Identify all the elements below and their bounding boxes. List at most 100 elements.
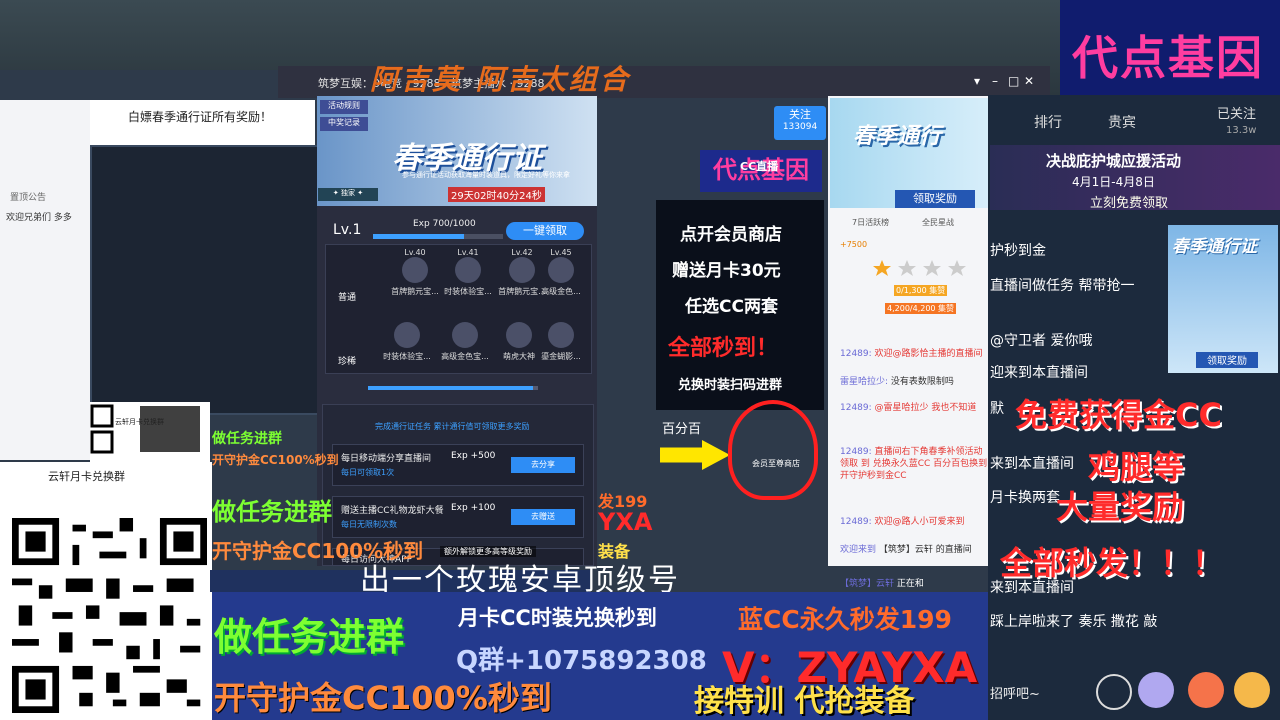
claim-all-button[interactable]: 一键领取 (506, 222, 584, 240)
tab-rank[interactable]: 排行 (1034, 112, 1062, 132)
chat-line: 踩上岸啦来了 奏乐 撒花 敲 (990, 614, 1158, 630)
chat-message: 欢迎来到 【筑梦】云轩 的直播间 (840, 544, 988, 556)
chat-user[interactable]: 【筑梦】云轩 (840, 579, 894, 589)
chat-line: @守卫者 爱你哦 (990, 333, 1093, 349)
reward-name: 高级金色宝... (441, 352, 489, 361)
pass-card-title: 春季通行证 (1172, 237, 1257, 257)
pass-subtitle: 参与通行证活动获取海量时装道具，限定好礼等你来拿 (402, 171, 570, 179)
banner-monthly: 月卡CC时装兑换秒到 (458, 606, 657, 630)
reward-icon (452, 322, 478, 348)
promo-text: 开守护金CC100%秒到 (212, 453, 339, 467)
pinned-notice-text: 白嫖春季通行证所有奖励！ (128, 110, 273, 124)
ad-line-highlight: 全部秒到！ (668, 336, 779, 361)
rank-banner-title: 春季通行 (853, 124, 942, 149)
prize-record-button[interactable]: 中奖记录 (320, 117, 368, 131)
dropdown-icon[interactable]: ▾ (974, 74, 980, 88)
tab-vip[interactable]: 贵宾 (1108, 112, 1136, 132)
reward-icon (394, 322, 420, 348)
nested-stream-preview (90, 145, 320, 415)
chat-user[interactable]: 欢迎来到 (840, 545, 876, 555)
reward-item[interactable]: 高级金色宝... (440, 322, 490, 362)
star-rating-icon (873, 260, 966, 276)
maximize-icon[interactable]: □ (1008, 74, 1019, 88)
activity-rules-button[interactable]: 活动规则 (320, 100, 368, 114)
reward-icon (548, 257, 574, 283)
chat-line: 护秒到金 (990, 243, 1046, 259)
gift-pack-icon[interactable] (1138, 672, 1174, 708)
chat-message: 12489: 欢迎@路影恰主播的直播间 (840, 348, 988, 360)
reward-level: Lv.41 (457, 248, 479, 257)
tasks-intro: 完成通行证任务 累计通行值可领取更多奖励 (375, 422, 530, 431)
chat-text: 欢迎@路人小可爱来到 (874, 517, 965, 527)
reward-item[interactable]: Lv.40 首牌鹅元宝... (390, 248, 440, 297)
chat-user[interactable]: 12489: (840, 349, 872, 359)
chat-line: 默 (990, 401, 1004, 417)
notice-label[interactable]: 置顶公告 (10, 190, 46, 203)
ad-line: 赠送月卡30元 (672, 261, 781, 281)
left-sidebar (0, 100, 90, 460)
promo-text: 全部秒发！！！ (1000, 544, 1225, 582)
reward-scrollbar-thumb[interactable] (368, 386, 533, 390)
exp-bar-fill (373, 234, 464, 239)
event-claim[interactable]: 立刻免费领取 (1090, 192, 1168, 211)
followed-button[interactable]: 已关注 (1217, 103, 1256, 122)
reward-icon (548, 322, 574, 348)
row-label-normal: 普通 (338, 293, 357, 303)
task-exp: Exp +100 (451, 503, 496, 513)
reward-icon (509, 257, 535, 283)
watermark-top: 阿吉莫 阿吉太组合 (370, 63, 631, 96)
reward-level: Lv.45 (550, 248, 572, 257)
tab-weekly-active[interactable]: 7日活跃榜 (852, 217, 889, 228)
reward-item[interactable]: Lv.41 时装体验宝... (443, 248, 493, 297)
reward-item[interactable]: Lv.45 高级金色... (536, 248, 586, 297)
reward-icon (402, 257, 428, 283)
banner-tasks: 做任务进群 (214, 615, 405, 659)
heart-gift-icon[interactable] (728, 400, 818, 500)
chat-input[interactable]: 招呼吧~ (990, 683, 1040, 702)
chat-message: 12489: 直播间右下角春季补领活动领取 到 兑换永久蓝CC 百分百包换到 开… (840, 446, 988, 482)
gift-box-icon[interactable] (1188, 672, 1224, 708)
chat-user[interactable]: 12489: (840, 447, 872, 457)
emoji-icon[interactable] (1096, 674, 1132, 710)
pass-card-claim-button[interactable]: 领取奖励 (1196, 352, 1258, 368)
chat-user[interactable]: 12489: (840, 517, 872, 527)
event-dates: 4月1日-4月8日 (1072, 175, 1155, 189)
task-gift-button[interactable]: 去赠送 (511, 509, 575, 525)
reward-item[interactable]: 时装体验宝... (382, 322, 432, 362)
close-icon[interactable]: ✕ (1024, 74, 1034, 88)
banner-guard: 开守护金CC100%秒到 (214, 679, 552, 717)
task-sub: 每日可领取1次 (341, 468, 395, 477)
chat-line: 直播间做任务 帮带抢一 (990, 278, 1135, 294)
follow-label: 关注 (789, 108, 811, 121)
minimize-icon[interactable]: – (992, 74, 998, 88)
reward-item[interactable]: 鎏金蝴影... (536, 322, 586, 362)
ad-line: 点开会员商店 (680, 225, 782, 245)
tab-star-war[interactable]: 全民星战 (922, 217, 954, 228)
pass-badge: ✦ 独家 ✦ (318, 188, 378, 201)
qr-small-panel (90, 402, 210, 462)
present-icon[interactable] (1234, 672, 1270, 708)
follow-button[interactable]: 关注 133094 (774, 106, 826, 140)
rank-coin: +7500 (840, 240, 868, 249)
chat-user[interactable]: 12489: (840, 403, 872, 413)
pass-countdown: 29天02时40分24秒 (448, 187, 545, 202)
task-sub: 每日无限制次数 (341, 520, 397, 529)
task-item: 每日移动端分享直播间 每日可领取1次 Exp +500 去分享 (332, 444, 584, 486)
task-share-button[interactable]: 去分享 (511, 457, 575, 473)
reward-name: 高级金色... (541, 287, 581, 296)
promo-text: 做任务进群 (212, 498, 332, 526)
qr-small-label: 云轩月卡兑换群 (115, 418, 164, 426)
brand-title: 代点基因 (1072, 31, 1264, 85)
banner-training: 接特训 代抢装备 (694, 684, 915, 719)
gift-label: 会员至尊商店 (752, 459, 800, 468)
task-title: 每日移动端分享直播间 (341, 454, 432, 464)
rank-claim-button[interactable]: 领取奖励 (895, 190, 975, 208)
promo-text: 大量奖励 (1056, 488, 1185, 526)
level-label: Lv.1 (333, 222, 362, 238)
task-title: 赠送主播CC礼物龙虾大餐 (341, 506, 444, 516)
reward-level: Lv.40 (404, 248, 426, 257)
chat-user[interactable]: 雷星哈拉少: (840, 377, 888, 387)
promo-text: 做任务进群 (212, 431, 282, 447)
banner-blue-cc: 蓝CC永久秒发199 (738, 605, 952, 634)
rank-progress: 0/1,300 集赞 (894, 285, 948, 296)
